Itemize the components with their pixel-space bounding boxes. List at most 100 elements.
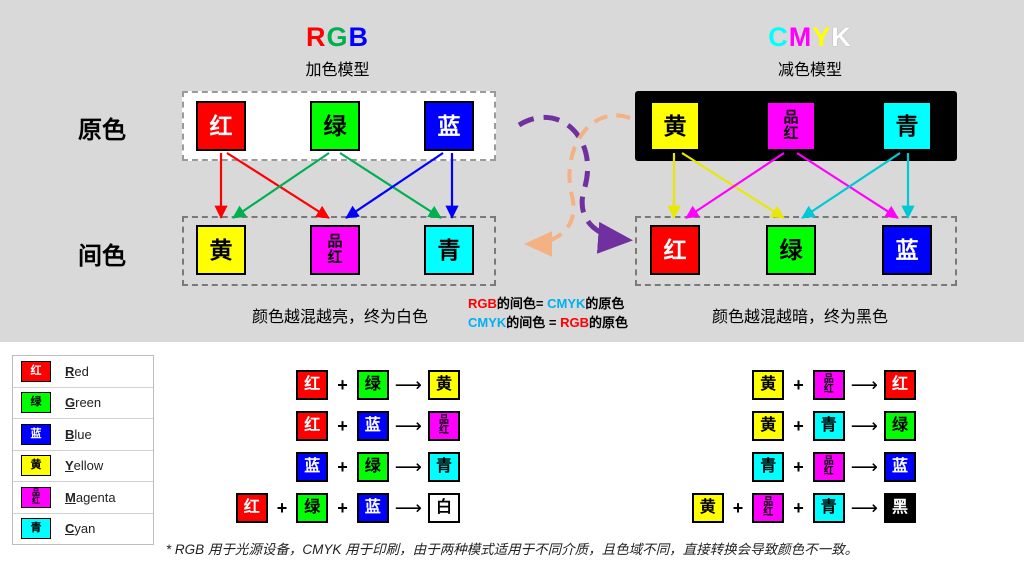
arrow-icon: ⟶ [850,456,878,478]
title-letter: R [305,22,327,52]
swatch-cmyk-secondary-red: 红 [650,225,700,275]
legend-row: 黄 Yellow [13,451,153,482]
equation-swatch: 品红 [752,493,785,523]
legend-label: Blue [65,426,92,442]
equation-swatch: 黑 [884,493,916,523]
title-letter: C [768,22,789,52]
equation-swatch: 品红 [812,370,845,400]
legend-label: Red [65,363,89,379]
row-label-secondary: 间色 [78,243,126,270]
equation-row: 黄 + 品红 + 青 ⟶ 黑 [691,493,916,523]
legend-label: Cyan [65,521,96,537]
legend-label: Magenta [65,489,116,505]
arrow-icon: ⟶ [850,415,878,437]
swatch-rgb-primary-red: 红 [196,101,246,151]
legend-row: 蓝 Blue [13,419,153,451]
equation-swatch: 品红 [812,452,845,482]
swatch-cmyk-secondary-blue: 蓝 [882,225,932,275]
legend-swatch: 青 [21,518,51,540]
title-letter: Y [812,22,832,52]
title-letter: K [831,22,852,52]
swatch-rgb-primary-green: 绿 [310,101,360,151]
equation-swatch: 黄 [752,411,785,441]
arrow-icon: ⟶ [850,497,878,519]
middle-note-line2: CMYK的间色 = RGB的原色 [468,315,629,330]
equation-row: 红 + 绿 + 蓝 ⟶ 白 [235,493,460,523]
legend-row: 绿 Green [13,388,153,419]
swatch-cmyk-primary-yellow: 黄 [650,101,700,151]
equation-row: 黄 + 青 ⟶ 绿 [752,411,916,441]
legend-swatch: 黄 [21,455,51,477]
swatch-rgb-primary-blue: 蓝 [424,101,474,151]
equation-swatch: 青 [428,452,460,482]
equation-swatch: 蓝 [884,452,916,482]
equation-swatch: 绿 [356,370,389,400]
equation-row: 蓝 + 绿 ⟶ 青 [296,452,460,482]
plus-operator: + [793,456,804,477]
legend-swatch: 绿 [21,392,51,414]
plus-operator: + [337,497,348,518]
arrow-icon: ⟶ [850,374,878,396]
equation-row: 红 + 绿 ⟶ 黄 [296,370,460,400]
plus-operator: + [337,456,348,477]
title-letter: G [326,22,349,52]
legend-label: Green [65,395,102,411]
equation-swatch: 绿 [356,452,389,482]
plus-operator: + [337,374,348,395]
equation-row: 青 + 品红 ⟶ 蓝 [752,452,916,482]
arrow-icon: ⟶ [394,374,422,396]
equation-row: 红 + 蓝 ⟶ 品红 [296,411,460,441]
plus-operator: + [793,415,804,436]
equation-swatch: 青 [812,493,845,523]
row-label-primary: 原色 [78,117,126,144]
legend-swatch: 品红 [21,486,51,508]
title-letter: B [348,22,369,52]
equation-swatch: 黄 [752,370,785,400]
equation-swatch: 蓝 [356,493,389,523]
plus-operator: + [337,415,348,436]
equation-swatch: 蓝 [356,411,389,441]
plus-operator: + [276,497,288,518]
legend-row: 品红 Magenta [13,482,153,514]
equation-swatch: 青 [812,411,845,441]
rgb-title: RGB [255,22,420,53]
swatch-rgb-secondary-yellow: 黄 [196,225,246,275]
footnote: * RGB 用于光源设备，CMYK 用于印刷，由于两种模式适用于不同介质，且色域… [165,542,859,557]
equation-swatch: 红 [296,411,329,441]
legend-row: 红 Red [13,356,153,388]
cmyk-subtitle: 减色模型 [777,62,842,79]
equation-swatch: 黄 [691,493,724,523]
equation-swatch: 白 [428,493,460,523]
swatch-cmyk-primary-magenta: 品红 [766,101,816,151]
legend-swatch: 蓝 [21,423,51,445]
swatch-rgb-secondary-magenta: 品红 [310,225,360,275]
equation-swatch: 绿 [884,411,916,441]
cmyk-title: CMYK [710,22,910,53]
title-letter: M [788,22,813,52]
swatch-cmyk-primary-cyan: 青 [882,101,932,151]
rgb-caption: 颜色越混越亮，终为白色 [251,309,428,326]
equation-swatch: 黄 [428,370,460,400]
rgb-subtitle: 加色模型 [305,62,370,79]
swatch-cmyk-secondary-green: 绿 [766,225,816,275]
plus-operator: + [793,497,804,518]
equation-swatch: 红 [884,370,916,400]
equation-swatch: 红 [296,370,329,400]
equation-row: 黄 + 品红 ⟶ 红 [752,370,916,400]
arrow-icon: ⟶ [394,497,422,519]
cmyk-caption: 颜色越混越暗，终为黑色 [711,309,888,326]
color-legend-table: 红 Red 绿 Green 蓝 Blue 黄 Yellow 品红 Magenta 青 Cyan [12,355,154,545]
plus-operator: + [793,374,804,395]
legend-label: Yellow [65,458,104,474]
arrow-icon: ⟶ [394,415,422,437]
equation-swatch: 绿 [296,493,329,523]
equation-swatch: 蓝 [296,452,329,482]
swatch-rgb-secondary-cyan: 青 [424,225,474,275]
plus-operator: + [732,497,744,518]
equation-swatch: 红 [235,493,268,523]
middle-note-line1: RGB的间色= CMYK的原色 [468,296,625,311]
arrow-icon: ⟶ [394,456,422,478]
equation-swatch: 品红 [428,411,460,441]
legend-swatch: 红 [21,360,51,382]
equation-swatch: 青 [752,452,785,482]
